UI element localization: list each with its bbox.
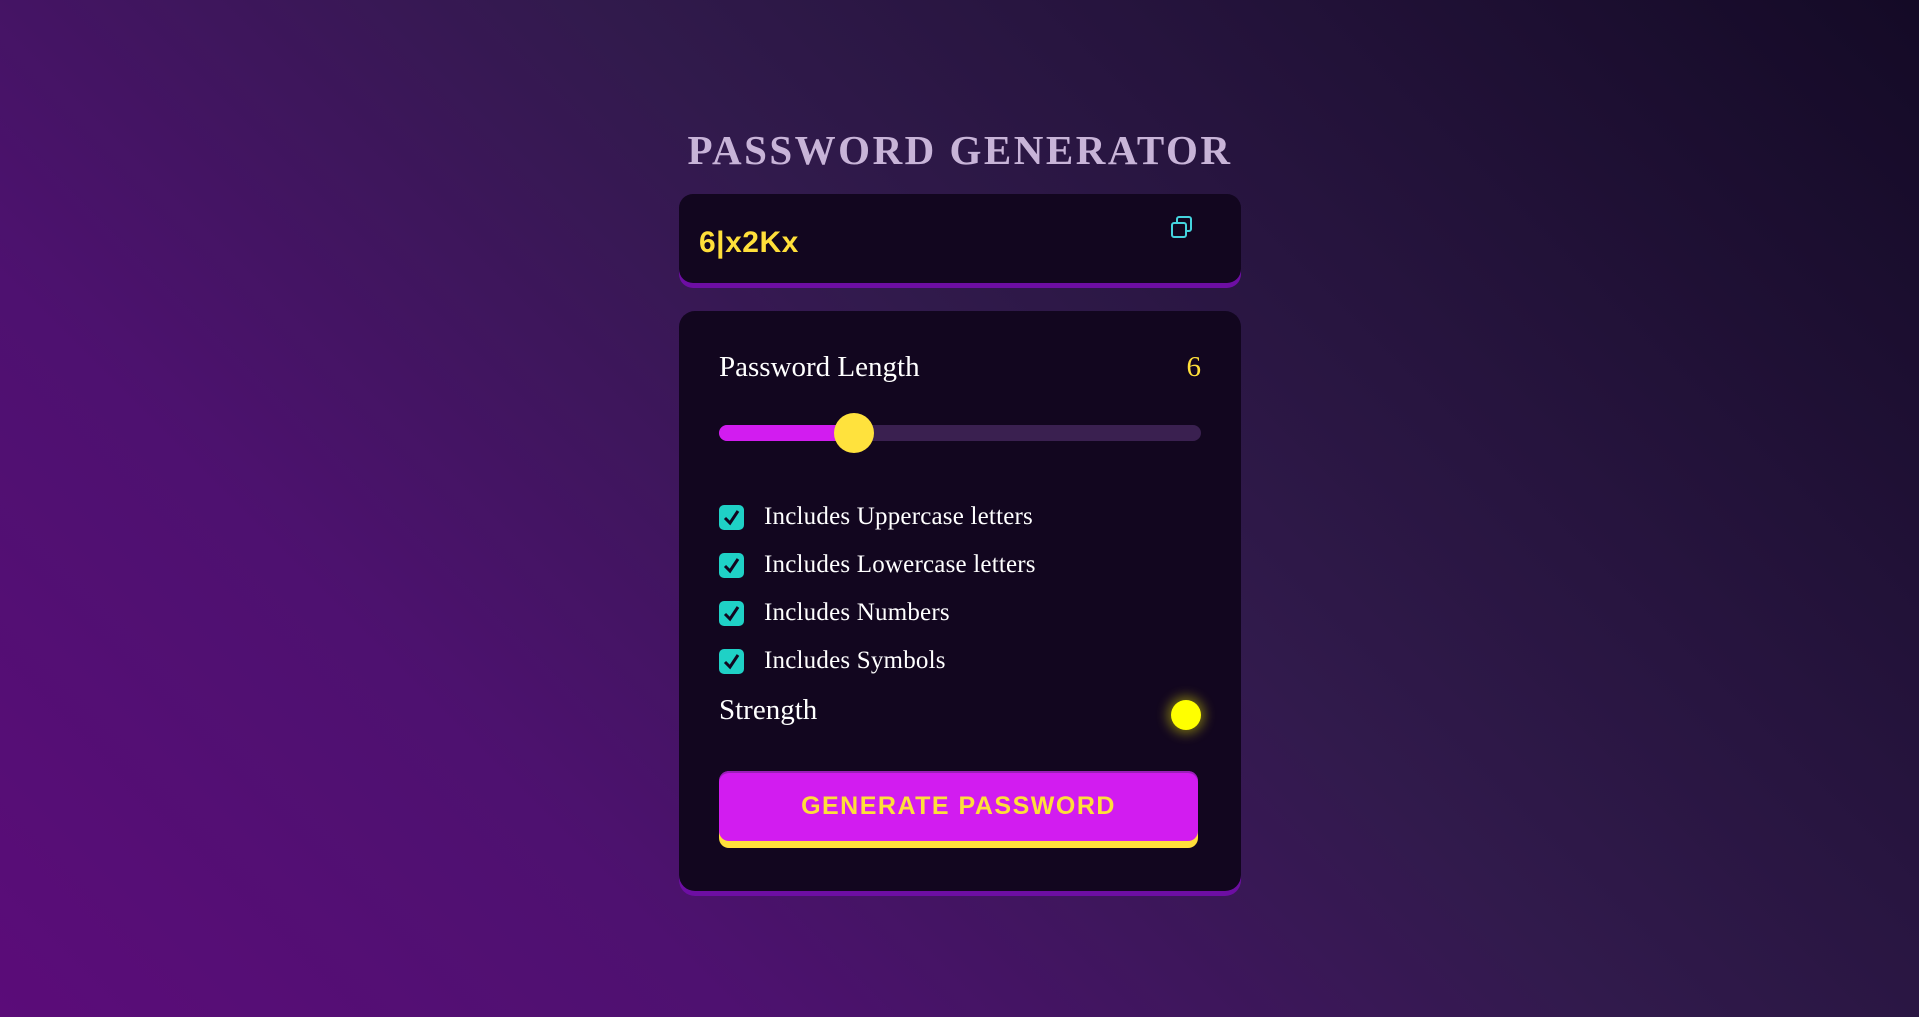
password-length-slider[interactable] [719, 413, 1201, 453]
option-lowercase[interactable]: Includes Lowercase letters [719, 541, 1036, 589]
checkmark-icon [723, 605, 740, 621]
option-label: Includes Lowercase letters [764, 551, 1036, 578]
strength-indicator [1171, 700, 1201, 730]
password-length-value: 6 [1186, 351, 1202, 383]
password-output: 6|x2Kx [699, 226, 799, 259]
copy-icon[interactable] [1169, 214, 1195, 240]
option-numbers[interactable]: Includes Numbers [719, 589, 1036, 637]
option-uppercase[interactable]: Includes Uppercase letters [719, 493, 1036, 541]
password-length-label: Password Length [719, 351, 920, 383]
symbols-checkbox[interactable] [719, 648, 744, 674]
password-generator-app: PASSWORD GENERATOR 6|x2Kx Password Lengt… [679, 125, 1241, 891]
uppercase-checkbox[interactable] [719, 504, 744, 530]
option-label: Includes Uppercase letters [764, 503, 1033, 530]
option-symbols[interactable]: Includes Symbols [719, 637, 1036, 685]
generate-password-button[interactable]: GENERATE PASSWORD [719, 771, 1198, 841]
password-display: 6|x2Kx [679, 194, 1241, 283]
lowercase-checkbox[interactable] [719, 552, 744, 578]
page-title: PASSWORD GENERATOR [687, 127, 1233, 173]
option-label: Includes Numbers [764, 599, 950, 626]
settings-panel: Password Length 6 Includes Uppercase let… [679, 311, 1241, 891]
checkmark-icon [723, 653, 740, 669]
numbers-checkbox[interactable] [719, 600, 744, 626]
checkmark-icon [723, 509, 740, 525]
strength-label: Strength [719, 694, 818, 726]
option-label: Includes Symbols [764, 647, 946, 674]
slider-thumb[interactable] [833, 413, 874, 453]
checkmark-icon [723, 557, 740, 573]
options-list: Includes Uppercase letters Includes Lowe… [719, 493, 1036, 685]
